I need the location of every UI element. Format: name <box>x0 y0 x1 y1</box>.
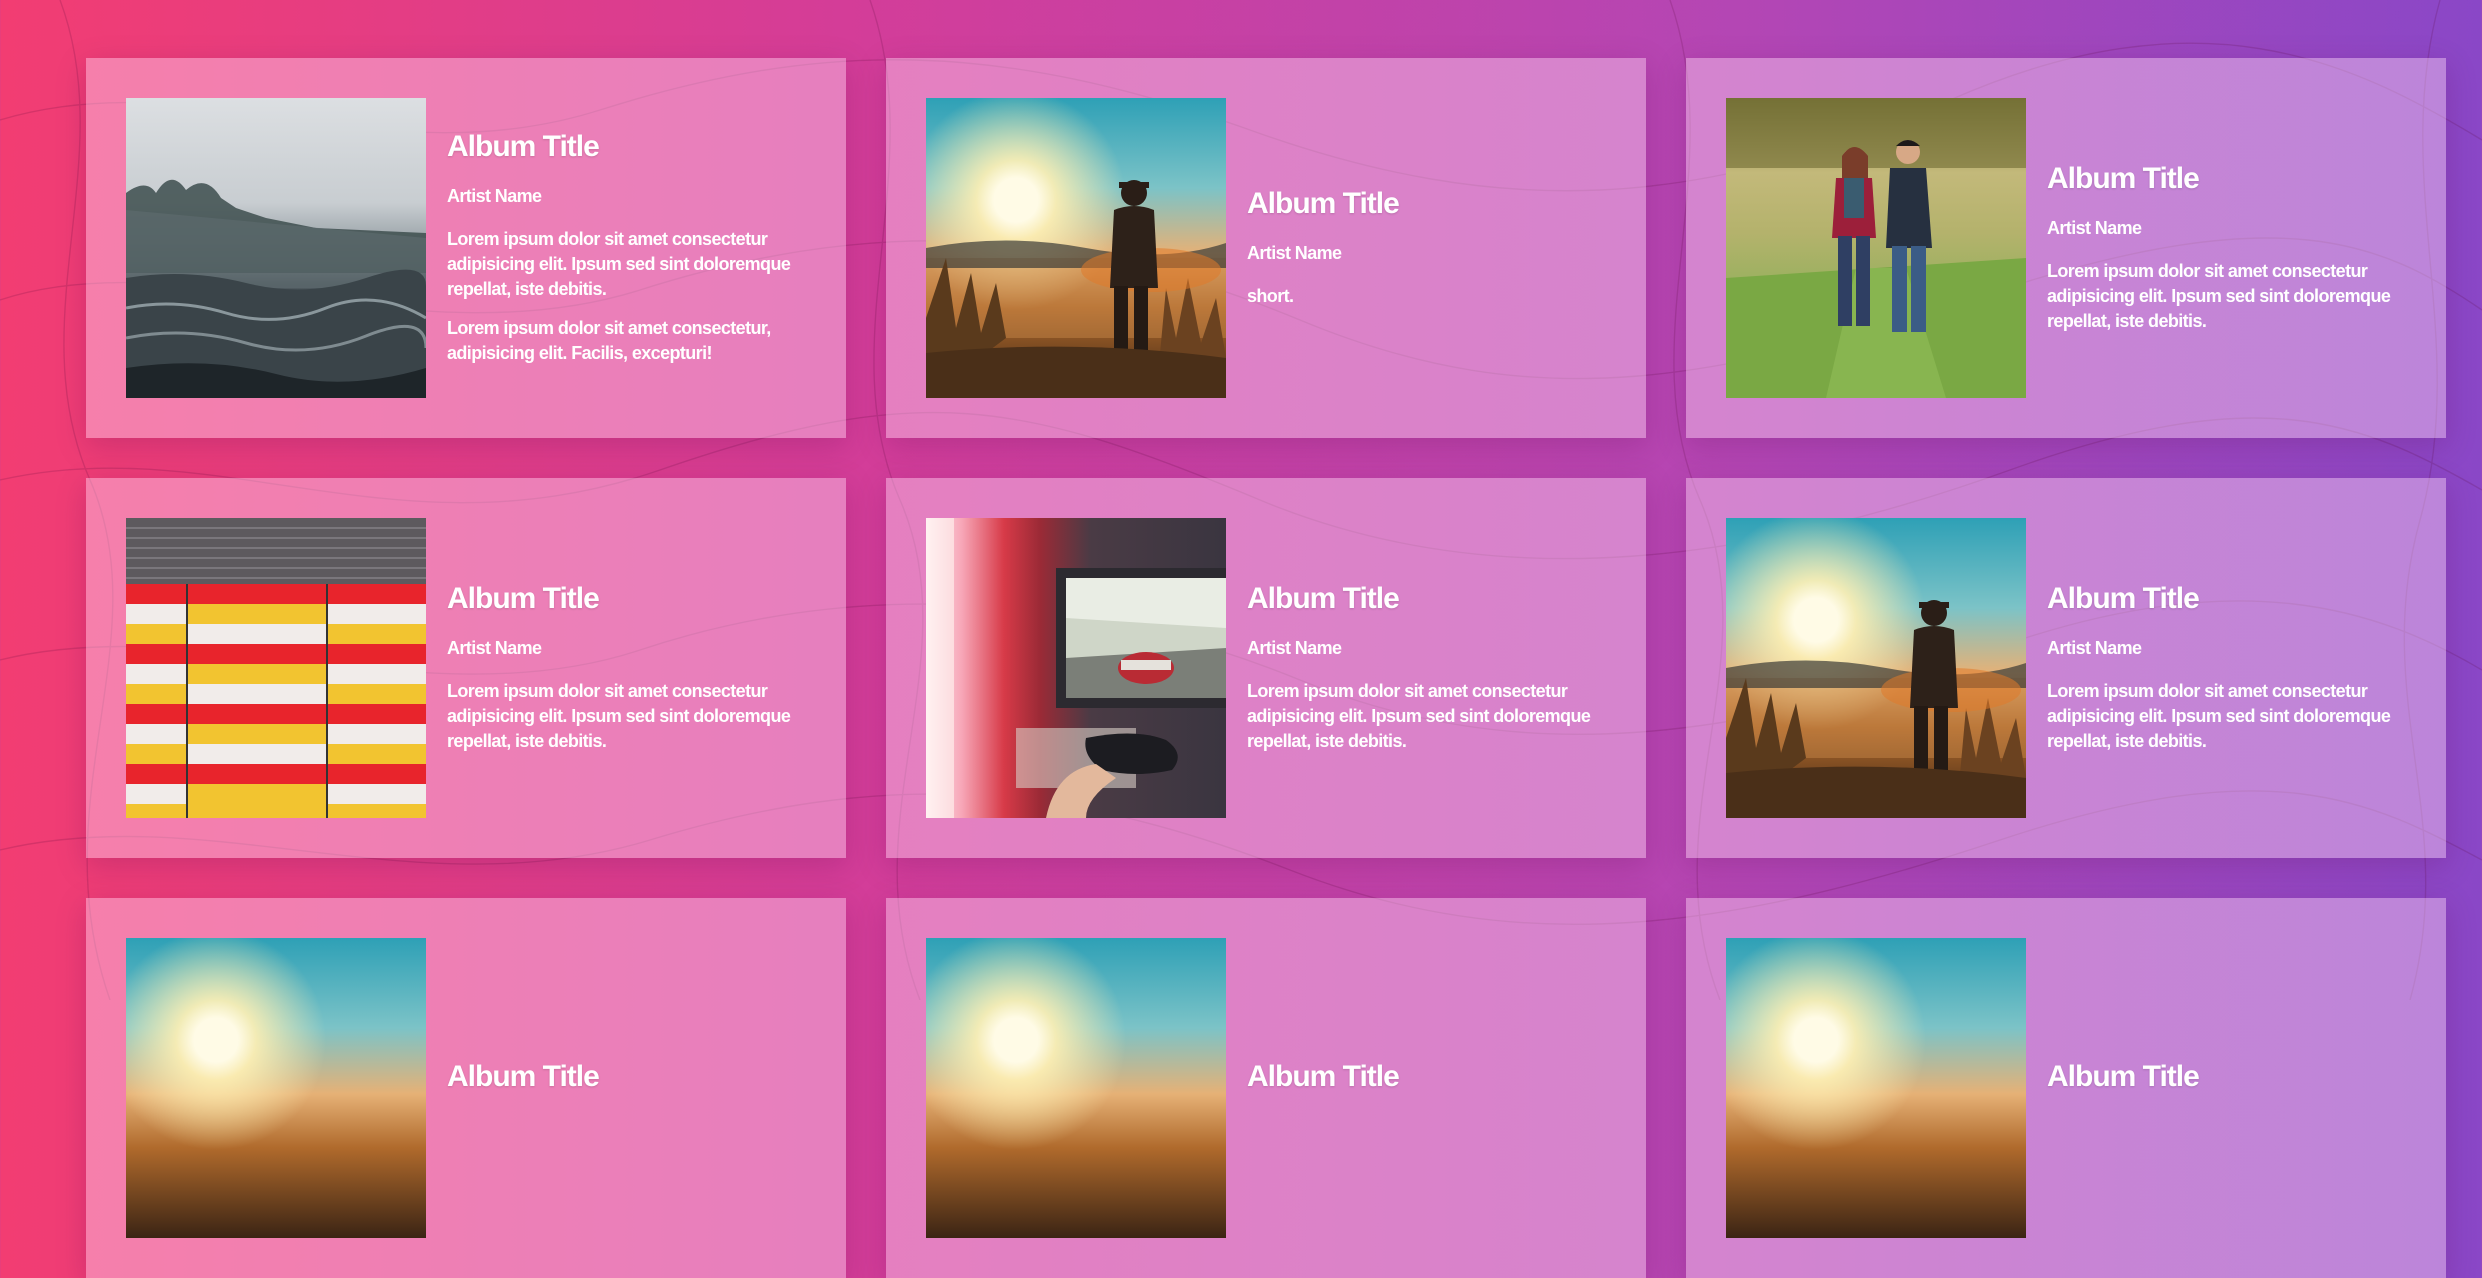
album-card[interactable]: Album Title Artist Name short. <box>886 58 1646 438</box>
album-info: Album Title Artist Name Lorem ipsum dolo… <box>1247 582 1606 754</box>
album-title: Album Title <box>447 130 600 163</box>
album-info: Album Title Artist Name Lorem ipsum dolo… <box>2047 162 2406 334</box>
album-cover-image <box>926 98 1226 398</box>
album-title: Album Title <box>1247 1060 1400 1093</box>
album-description: Lorem ipsum dolor sit amet consectetur a… <box>1247 681 1591 751</box>
silhouette-sunset-illustration <box>1726 600 2026 818</box>
album-card[interactable]: Album Title <box>86 898 846 1278</box>
album-info: Album Title <box>447 1060 806 1116</box>
silhouette-sunset-illustration <box>926 180 1226 398</box>
album-info: Album Title Artist Name short. <box>1247 187 1606 309</box>
album-cover-image <box>926 938 1226 1238</box>
album-card[interactable]: Album Title Artist Name Lorem ipsum dolo… <box>86 58 846 438</box>
album-card[interactable]: Album Title <box>1686 898 2446 1278</box>
album-description: Lorem ipsum dolor sit amet consectetur a… <box>447 229 791 299</box>
album-description: Lorem ipsum dolor sit amet consectetur, … <box>447 318 771 363</box>
couple-walking-illustration <box>1726 98 2026 398</box>
album-card[interactable]: Album Title Artist Name Lorem ipsum dolo… <box>1686 58 2446 438</box>
album-title: Album Title <box>2047 162 2200 195</box>
album-info: Album Title Artist Name Lorem ipsum dolo… <box>2047 582 2406 754</box>
artist-name: Artist Name <box>2047 218 2142 238</box>
artist-name: Artist Name <box>447 638 542 658</box>
album-title: Album Title <box>1247 187 1400 220</box>
artist-name: Artist Name <box>1247 638 1342 658</box>
album-cover-image <box>926 518 1226 818</box>
video-game-illustration <box>926 518 1226 818</box>
artist-name: Artist Name <box>2047 638 2142 658</box>
album-card[interactable]: Album Title <box>886 898 1646 1278</box>
album-title: Album Title <box>447 582 600 615</box>
striped-building-illustration <box>126 518 426 818</box>
album-title: Album Title <box>1247 582 1400 615</box>
artist-name: Artist Name <box>1247 243 1342 263</box>
album-cover-image <box>126 518 426 818</box>
album-card[interactable]: Album Title Artist Name Lorem ipsum dolo… <box>1686 478 2446 858</box>
album-card[interactable]: Album Title Artist Name Lorem ipsum dolo… <box>886 478 1646 858</box>
album-description: short. <box>1247 286 1294 306</box>
artist-name: Artist Name <box>447 186 542 206</box>
album-grid: Album Title Artist Name Lorem ipsum dolo… <box>86 58 2446 1278</box>
album-cover-image <box>1726 98 2026 398</box>
album-cover-image <box>1726 938 2026 1238</box>
misty-river-illustration <box>126 179 426 398</box>
album-title: Album Title <box>2047 1060 2200 1093</box>
album-title: Album Title <box>447 1060 600 1093</box>
album-info: Album Title Artist Name Lorem ipsum dolo… <box>447 582 806 754</box>
album-description: Lorem ipsum dolor sit amet consectetur a… <box>2047 681 2391 751</box>
album-cover-image <box>126 98 426 398</box>
album-description: Lorem ipsum dolor sit amet consectetur a… <box>447 681 791 751</box>
album-title: Album Title <box>2047 582 2200 615</box>
album-cover-image <box>126 938 426 1238</box>
album-card[interactable]: Album Title Artist Name Lorem ipsum dolo… <box>86 478 846 858</box>
album-description: Lorem ipsum dolor sit amet consectetur a… <box>2047 261 2391 331</box>
album-info: Album Title <box>2047 1060 2406 1116</box>
album-cover-image <box>1726 518 2026 818</box>
album-info: Album Title Artist Name Lorem ipsum dolo… <box>447 130 806 366</box>
album-info: Album Title <box>1247 1060 1606 1116</box>
